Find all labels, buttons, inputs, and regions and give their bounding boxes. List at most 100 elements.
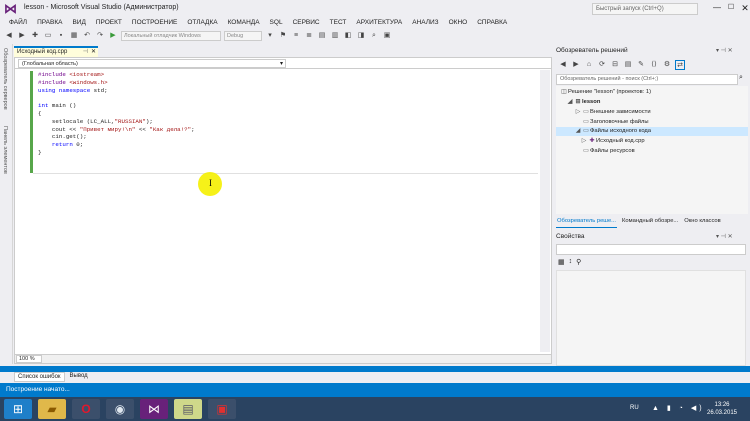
bookmark-prev-icon[interactable]: ◧ bbox=[343, 31, 353, 41]
minimize-button[interactable]: — bbox=[712, 3, 722, 13]
property-pages-icon[interactable]: ⚲ bbox=[576, 258, 581, 269]
tray-clock[interactable]: 13:26 26.03.2015 bbox=[702, 401, 742, 417]
panel-header-icons[interactable]: ▾ ⊣ ✕ bbox=[716, 233, 733, 240]
tab-team-explorer[interactable]: Командный обозре... bbox=[621, 217, 679, 228]
tree-item-project[interactable]: ◢ ⊞lesson bbox=[566, 98, 601, 107]
expand-arrow-icon[interactable]: ◢ bbox=[566, 98, 574, 107]
menu-debug[interactable]: ОТЛАДКА bbox=[182, 17, 222, 29]
tree-item-headers[interactable]: ▭Заголовочные файлы bbox=[582, 118, 648, 127]
forward-icon[interactable]: ▶ bbox=[571, 60, 581, 70]
tab-class-view[interactable]: Окно классов bbox=[683, 217, 721, 228]
tree-item-resources[interactable]: ▭Файлы ресурсов bbox=[582, 147, 635, 156]
notes-icon[interactable]: ▤ bbox=[174, 399, 202, 419]
bookmark-next-icon[interactable]: ◨ bbox=[356, 31, 366, 41]
media-icon[interactable]: ▣ bbox=[208, 399, 236, 419]
menu-help[interactable]: СПРАВКА bbox=[472, 17, 512, 29]
menu-project[interactable]: ПРОЕКТ bbox=[91, 17, 127, 29]
start-button[interactable]: ⊞ bbox=[4, 399, 32, 419]
menu-test[interactable]: ТЕСТ bbox=[325, 17, 352, 29]
document-tab[interactable]: Исходный код.cpp ⊣ ✕ bbox=[14, 46, 98, 57]
alphabetical-icon[interactable]: ↕ bbox=[569, 258, 573, 269]
collapse-all-icon[interactable]: ⊟ bbox=[610, 60, 620, 70]
menu-file[interactable]: ФАЙЛ bbox=[4, 17, 32, 29]
expand-arrow-icon[interactable]: ▷ bbox=[580, 137, 588, 146]
tab-solution-explorer[interactable]: Обозреватель реше... bbox=[556, 217, 617, 228]
layout-icon[interactable]: ▣ bbox=[382, 31, 392, 41]
outdent-icon[interactable]: ≣ bbox=[304, 31, 314, 41]
toolbox-tab[interactable]: Панель элементов bbox=[2, 126, 8, 174]
menu-window[interactable]: ОКНО bbox=[444, 17, 473, 29]
solution-search-input[interactable]: Обозреватель решений - поиск (Ctrl+;) bbox=[556, 74, 738, 85]
maximize-button[interactable]: ☐ bbox=[726, 3, 736, 13]
redo-icon[interactable]: ↷ bbox=[95, 31, 105, 41]
keyboard-language[interactable]: RU bbox=[630, 405, 639, 411]
forward-icon[interactable]: ▶ bbox=[17, 31, 27, 41]
menu-sql[interactable]: SQL bbox=[265, 17, 288, 29]
steam-icon[interactable]: ◉ bbox=[106, 399, 134, 419]
settings-icon[interactable]: ⚙ bbox=[662, 60, 672, 70]
undo-icon[interactable]: ↶ bbox=[82, 31, 92, 41]
sync-icon[interactable]: ⇄ bbox=[675, 60, 685, 70]
tab-output[interactable]: Вывод bbox=[67, 372, 91, 382]
quick-launch-input[interactable]: Быстрый запуск (Ctrl+Q) bbox=[592, 3, 698, 15]
toolbar-options-icon[interactable]: ▾ bbox=[265, 31, 275, 41]
tree-item-solution[interactable]: ◫Решение "lesson" (проектов: 1) bbox=[560, 88, 651, 97]
refresh-icon[interactable]: ⟳ bbox=[597, 60, 607, 70]
menu-team[interactable]: КОМАНДА bbox=[223, 17, 265, 29]
code-line[interactable]: { bbox=[38, 110, 195, 118]
server-explorer-tab[interactable]: Обозреватель серверов bbox=[2, 48, 8, 110]
code-line[interactable]: int main () bbox=[38, 102, 195, 110]
properties-icon[interactable]: ✎ bbox=[636, 60, 646, 70]
start-debug-icon[interactable]: ▶ bbox=[108, 31, 118, 41]
menu-tools[interactable]: СЕРВИС bbox=[288, 17, 325, 29]
code-line[interactable]: cout << "Привет миру!\n" << "Как дела!?"… bbox=[38, 126, 195, 134]
tree-item-source-files[interactable]: ◢ ▭Файлы исходного кода bbox=[574, 127, 651, 136]
code-line[interactable]: #include <iostream> bbox=[38, 71, 195, 79]
system-tray-icons[interactable]: ▲ ▮ ◔ ◀) bbox=[652, 404, 705, 412]
back-icon[interactable]: ◀ bbox=[558, 60, 568, 70]
open-icon[interactable]: ▭ bbox=[43, 31, 53, 41]
expand-arrow-icon[interactable]: ▷ bbox=[574, 108, 582, 117]
menu-analyze[interactable]: АНАЛИЗ bbox=[407, 17, 443, 29]
tree-item-external-deps[interactable]: ▷ ▭Внешние зависимости bbox=[574, 108, 651, 117]
tree-item-source-cpp[interactable]: ▷ ✚Исходный код.cpp bbox=[580, 137, 645, 146]
code-line[interactable]: using namespace std; bbox=[38, 87, 195, 95]
tab-close-icon[interactable]: ✕ bbox=[91, 48, 96, 55]
code-line[interactable] bbox=[38, 94, 195, 102]
pin-icon[interactable]: ⊣ bbox=[83, 48, 88, 55]
debugger-combo[interactable]: Локальный отладчик Windows bbox=[121, 31, 221, 41]
new-project-icon[interactable]: ✚ bbox=[30, 31, 40, 41]
back-icon[interactable]: ◀ bbox=[4, 31, 14, 41]
menu-edit[interactable]: ПРАВКА bbox=[32, 17, 67, 29]
vertical-scrollbar[interactable] bbox=[540, 70, 550, 352]
indent-icon[interactable]: ≡ bbox=[291, 31, 301, 41]
menu-architecture[interactable]: АРХИТЕКТУРА bbox=[351, 17, 407, 29]
code-line[interactable]: return 0; bbox=[38, 141, 195, 149]
close-button[interactable]: ✕ bbox=[740, 2, 750, 14]
code-line[interactable]: cin.get(); bbox=[38, 133, 195, 141]
zoom-combo[interactable]: 100 % bbox=[16, 355, 42, 363]
home-icon[interactable]: ⌂ bbox=[584, 60, 594, 70]
bookmark-icon[interactable]: ⚑ bbox=[278, 31, 288, 41]
show-all-files-icon[interactable]: ▤ bbox=[623, 60, 633, 70]
menu-view[interactable]: ВИД bbox=[67, 17, 90, 29]
scope-combo[interactable]: (Глобальная область) ▾ bbox=[18, 59, 286, 68]
comment-icon[interactable]: ▤ bbox=[317, 31, 327, 41]
code-line[interactable]: } bbox=[38, 149, 195, 157]
categorized-icon[interactable]: ▦ bbox=[558, 258, 565, 269]
visual-studio-icon[interactable]: ⋈ bbox=[140, 399, 168, 419]
uncomment-icon[interactable]: ▥ bbox=[330, 31, 340, 41]
properties-object-combo[interactable] bbox=[556, 244, 746, 255]
save-all-icon[interactable]: ▦ bbox=[69, 31, 79, 41]
code-line[interactable]: #include <windows.h> bbox=[38, 79, 195, 87]
expand-arrow-icon[interactable]: ◢ bbox=[574, 127, 582, 136]
explorer-icon[interactable]: ▰ bbox=[38, 399, 66, 419]
tab-error-list[interactable]: Список ошибок bbox=[14, 372, 65, 382]
code-lines[interactable]: #include <iostream> #include <windows.h> u… bbox=[38, 71, 195, 157]
menu-build[interactable]: ПОСТРОЕНИЕ bbox=[127, 17, 182, 29]
find-icon[interactable]: ⌕ bbox=[369, 31, 379, 41]
opera-icon[interactable]: O bbox=[72, 399, 100, 419]
view-code-icon[interactable]: ⟨⟩ bbox=[649, 60, 659, 70]
configuration-combo[interactable]: Debug bbox=[224, 31, 262, 41]
panel-header-icons[interactable]: ▾ ⊣ ✕ bbox=[716, 47, 733, 54]
